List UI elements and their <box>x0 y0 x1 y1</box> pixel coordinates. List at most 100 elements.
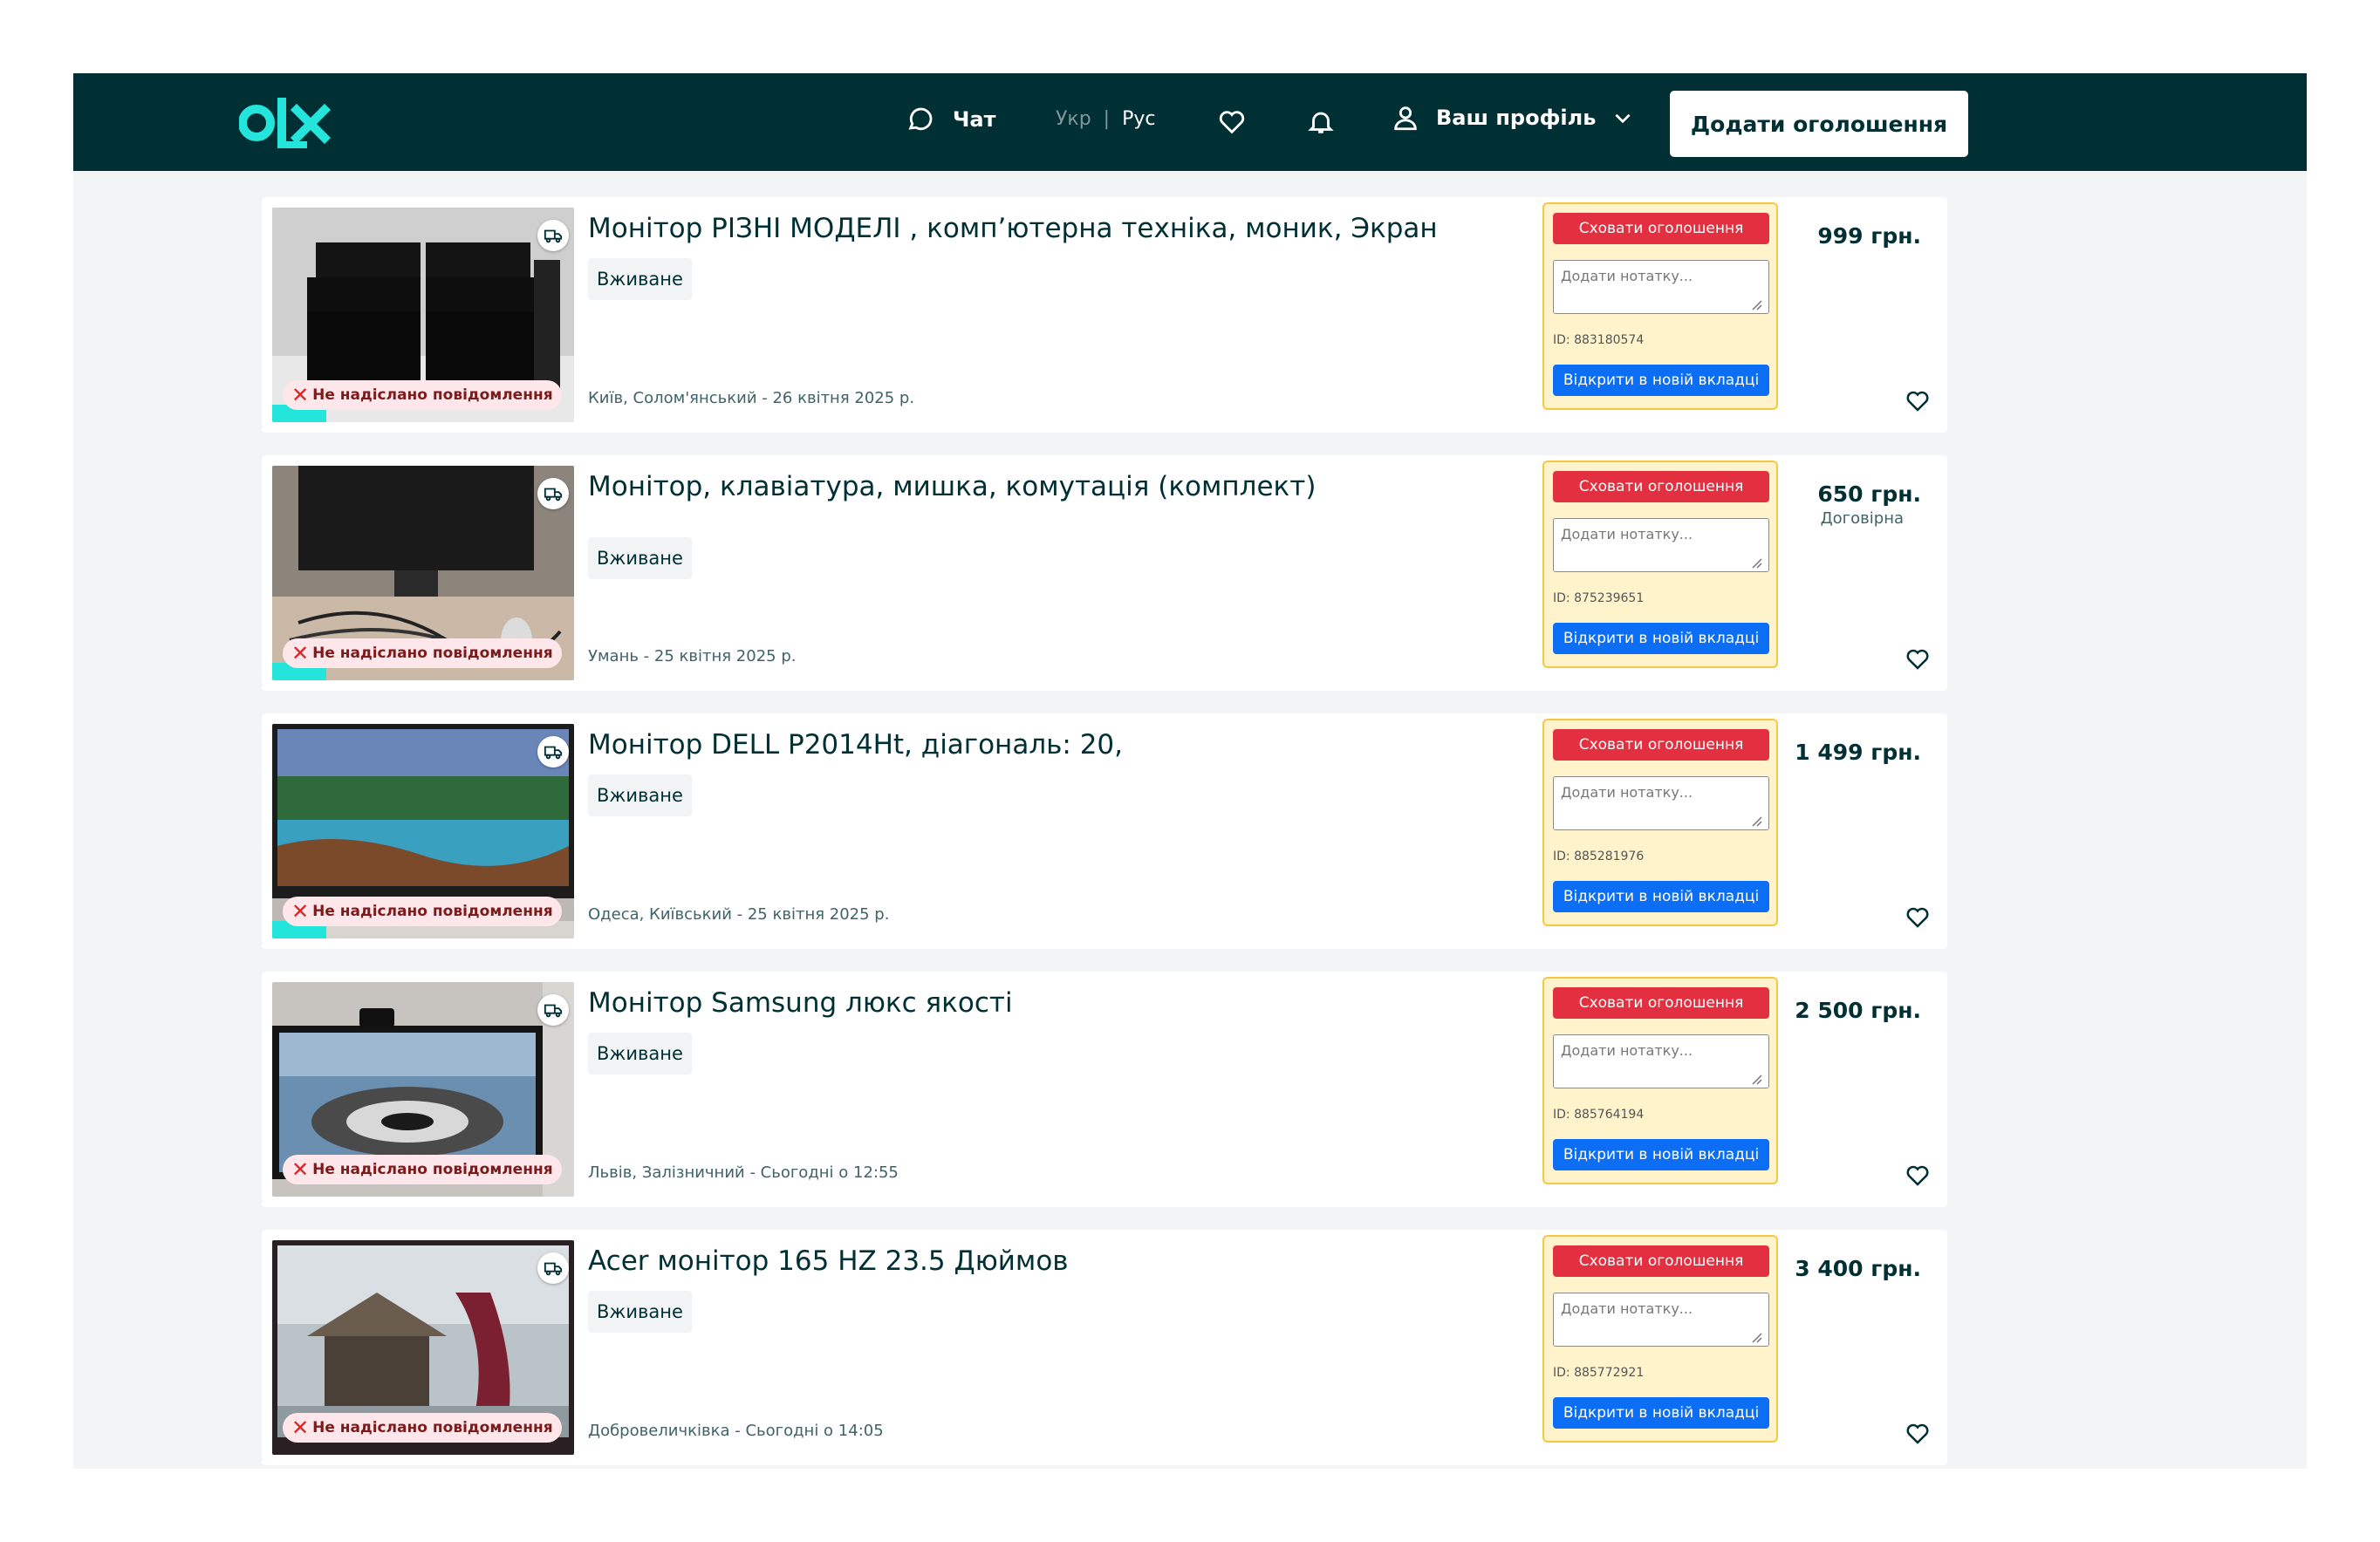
listing-price: 650 грн. <box>1817 481 1921 507</box>
chevron-down-icon <box>1615 113 1631 124</box>
cross-icon: ✕ <box>291 1157 310 1182</box>
message-status-text: Не надіслано повідомлення <box>312 645 553 662</box>
user-icon <box>1394 106 1417 131</box>
hide-listing-button[interactable]: Сховати оголошення <box>1553 987 1769 1019</box>
listing-price: 2 500 грн. <box>1795 998 1921 1023</box>
message-status-badge: ✕ Не надіслано повідомлення <box>283 380 562 410</box>
location-date: Київ, Солом'янський - 26 квітня 2025 р. <box>588 389 915 407</box>
listing-title[interactable]: Монітор DELL P2014Ht, діагональ: 20, <box>588 729 1123 761</box>
profile-menu[interactable]: Ваш профіль <box>1391 103 1634 133</box>
ad-id: ID: 883180574 <box>1553 333 1645 347</box>
delivery-truck-icon <box>537 736 569 768</box>
listing-photo[interactable]: ✕ Не надіслано повідомлення <box>272 724 574 938</box>
condition-tag: Вживане <box>588 774 692 816</box>
message-status-badge: ✕ Не надіслано повідомлення <box>283 897 562 926</box>
message-status-badge: ✕ Не надіслано повідомлення <box>283 1413 562 1443</box>
note-input[interactable] <box>1553 260 1769 314</box>
note-input[interactable] <box>1553 518 1769 572</box>
listing-price: 3 400 грн. <box>1795 1256 1921 1281</box>
listing-title[interactable]: Монітор РІЗНІ МОДЕЛІ , комп’ютерна техні… <box>588 213 1438 244</box>
favorites-heart-icon[interactable] <box>1214 105 1249 140</box>
hide-listing-button[interactable]: Сховати оголошення <box>1553 471 1769 502</box>
negotiable-label: Договірна <box>1820 509 1904 528</box>
note-input[interactable] <box>1553 776 1769 830</box>
location-date: Львів, Залізничний - Сьогодні о 12:55 <box>588 1163 899 1182</box>
browser-viewport: Чат Укр | Рус Ваш профіль Додати оголоше… <box>73 73 2307 1469</box>
favorite-heart-icon[interactable] <box>1900 1416 1935 1451</box>
open-new-tab-button[interactable]: Відкрити в новій вкладці <box>1553 1397 1769 1429</box>
delivery-truck-icon <box>537 1252 569 1284</box>
favorite-heart-icon[interactable] <box>1900 384 1935 419</box>
location-date: Умань - 25 квітня 2025 р. <box>588 647 797 665</box>
listing-list: ✕ Не надіслано повідомлення Монітор РІЗНІ… <box>262 197 1947 1469</box>
ad-id: ID: 885764194 <box>1553 1108 1645 1122</box>
favorite-heart-icon[interactable] <box>1900 642 1935 677</box>
listing-title[interactable]: Монітор, клавіатура, мишка, комутація (к… <box>588 471 1316 502</box>
open-new-tab-button[interactable]: Відкрити в новій вкладці <box>1553 365 1769 396</box>
chat-link[interactable]: Чат <box>906 105 996 134</box>
listing-photo[interactable]: ✕ Не надіслано повідомлення <box>272 1240 574 1455</box>
favorite-heart-icon[interactable] <box>1900 900 1935 935</box>
resize-grip-icon[interactable] <box>1750 298 1762 310</box>
listing-photo[interactable]: ✕ Не надіслано повідомлення <box>272 466 574 680</box>
open-new-tab-button[interactable]: Відкрити в новій вкладці <box>1553 623 1769 654</box>
listing-card[interactable]: ✕ Не надіслано повідомлення Монітор РІЗНІ… <box>262 197 1947 433</box>
note-input[interactable] <box>1553 1293 1769 1347</box>
tools-panel: Сховати оголошення ID: 875239651 Відкрит… <box>1542 461 1778 668</box>
tools-panel: Сховати оголошення ID: 885281976 Відкрит… <box>1542 719 1778 926</box>
message-status-badge: ✕ Не надіслано повідомлення <box>283 638 562 668</box>
message-status-text: Не надіслано повідомлення <box>312 903 553 920</box>
hide-listing-button[interactable]: Сховати оголошення <box>1553 213 1769 244</box>
olx-logo[interactable] <box>239 96 344 150</box>
listing-card[interactable]: ✕ Не надіслано повідомлення Монітор, клав… <box>262 455 1947 691</box>
chat-label: Чат <box>953 107 996 132</box>
tools-panel: Сховати оголошення ID: 883180574 Відкрит… <box>1542 202 1778 410</box>
ad-id: ID: 885772921 <box>1553 1366 1645 1380</box>
tools-panel: Сховати оголошення ID: 885764194 Відкрит… <box>1542 977 1778 1184</box>
open-new-tab-button[interactable]: Відкрити в новій вкладці <box>1553 881 1769 912</box>
delivery-truck-icon <box>537 220 569 251</box>
listing-price: 999 грн. <box>1817 223 1921 249</box>
condition-tag: Вживане <box>588 1291 692 1333</box>
condition-tag: Вживане <box>588 537 692 579</box>
resize-grip-icon[interactable] <box>1750 1073 1762 1085</box>
condition-tag: Вживане <box>588 1033 692 1075</box>
favorite-heart-icon[interactable] <box>1900 1158 1935 1193</box>
location-date: Одеса, Київський - 25 квітня 2025 р. <box>588 905 890 924</box>
listing-title[interactable]: Acer монітор 165 HZ 23.5 Дюймов <box>588 1245 1069 1277</box>
notifications-bell-icon[interactable] <box>1303 105 1338 140</box>
ad-id: ID: 875239651 <box>1553 591 1645 605</box>
resize-grip-icon[interactable] <box>1750 556 1762 569</box>
message-status-text: Не надіслано повідомлення <box>312 1419 553 1436</box>
cross-icon: ✕ <box>291 383 310 407</box>
hide-listing-button[interactable]: Сховати оголошення <box>1553 1245 1769 1277</box>
hide-listing-button[interactable]: Сховати оголошення <box>1553 729 1769 761</box>
delivery-truck-icon <box>537 994 569 1026</box>
resize-grip-icon[interactable] <box>1750 815 1762 827</box>
tools-panel: Сховати оголошення ID: 885772921 Відкрит… <box>1542 1235 1778 1443</box>
message-status-badge: ✕ Не надіслано повідомлення <box>283 1155 562 1184</box>
note-input[interactable] <box>1553 1034 1769 1088</box>
chat-bubble-icon <box>908 107 933 131</box>
listing-card[interactable]: ✕ Не надіслано повідомлення Монітор DELL … <box>262 713 1947 949</box>
profile-label: Ваш профіль <box>1436 106 1597 130</box>
ad-id: ID: 885281976 <box>1553 849 1645 863</box>
cross-icon: ✕ <box>291 899 310 924</box>
listing-photo[interactable]: ✕ Не надіслано повідомлення <box>272 982 574 1197</box>
listing-photo[interactable]: ✕ Не надіслано повідомлення <box>272 208 574 422</box>
site-header: Чат Укр | Рус Ваш профіль Додати оголоше… <box>73 73 2307 171</box>
language-switcher: Укр | Рус <box>1056 108 1155 130</box>
listing-card[interactable]: ✕ Не надіслано повідомлення Acer монітор … <box>262 1230 1947 1465</box>
add-listing-button[interactable]: Додати оголошення <box>1670 91 1968 157</box>
cross-icon: ✕ <box>291 1416 310 1440</box>
listing-card[interactable]: ✕ Не надіслано повідомлення Монітор Samsu… <box>262 972 1947 1207</box>
open-new-tab-button[interactable]: Відкрити в новій вкладці <box>1553 1139 1769 1170</box>
lang-ukr[interactable]: Укр <box>1056 108 1091 130</box>
lang-separator: | <box>1103 108 1111 130</box>
resize-grip-icon[interactable] <box>1750 1331 1762 1343</box>
location-date: Добровеличківка - Сьогодні о 14:05 <box>588 1422 884 1440</box>
message-status-text: Не надіслано повідомлення <box>312 386 553 404</box>
listing-price: 1 499 грн. <box>1795 740 1921 765</box>
lang-rus[interactable]: Рус <box>1122 108 1155 130</box>
listing-title[interactable]: Монітор Samsung люкс якості <box>588 987 1013 1019</box>
